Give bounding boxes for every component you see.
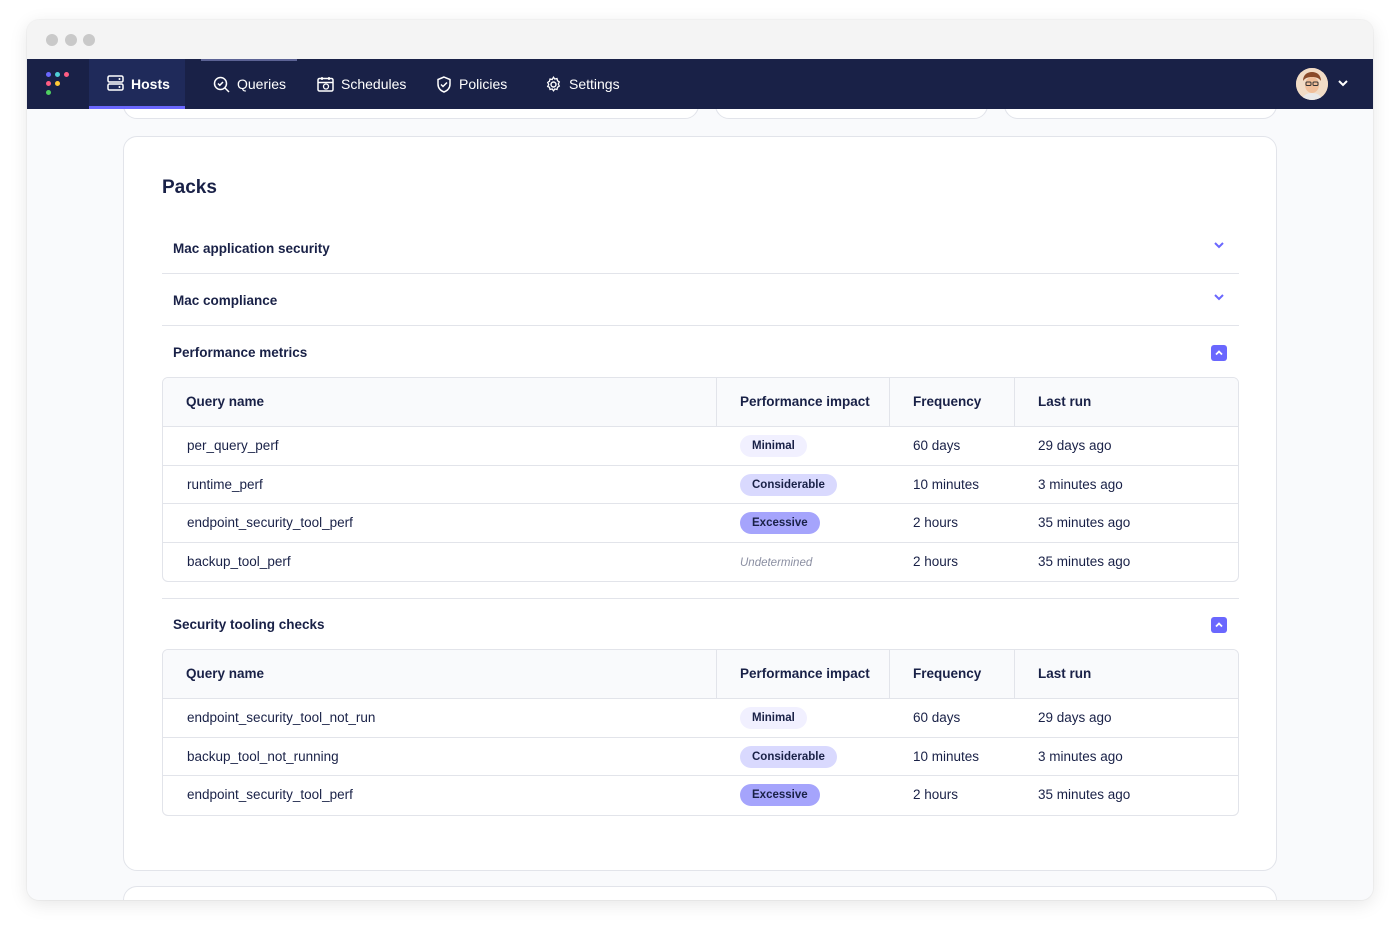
impact-cell: Considerable: [716, 738, 889, 776]
pack-name: Performance metrics: [173, 345, 308, 360]
query-name-cell: backup_tool_perf: [187, 553, 291, 569]
user-avatar[interactable]: [1296, 68, 1328, 100]
window-maximize-dot[interactable]: [83, 34, 95, 46]
col-performance-impact[interactable]: Performance impact: [716, 650, 889, 698]
main-content: Packs Mac application security Mac compl…: [27, 109, 1373, 900]
previous-card-edge: [1004, 109, 1277, 119]
chevron-up-icon[interactable]: [1211, 617, 1227, 633]
chevron-down-icon[interactable]: [1212, 290, 1226, 304]
previous-card-edge: [123, 109, 699, 119]
frequency-cell: 2 hours: [913, 515, 959, 530]
avatar-portrait-icon: [1296, 68, 1328, 100]
impact-cell: Minimal: [716, 427, 889, 465]
nav-queries-label: Queries: [237, 76, 287, 92]
query-name-cell: runtime_perf: [187, 476, 263, 492]
pack-row-security-tooling-checks[interactable]: Security tooling checks: [162, 599, 1239, 649]
security-tooling-table: Query name Performance impact Frequency …: [162, 649, 1239, 816]
query-name-cell: backup_tool_not_running: [187, 748, 339, 764]
query-name-cell: per_query_perf: [187, 438, 279, 453]
chevron-down-icon[interactable]: [1212, 238, 1226, 252]
last-run-cell: 3 minutes ago: [1038, 748, 1123, 764]
last-run-cell: 35 minutes ago: [1038, 553, 1131, 569]
table-row[interactable]: endpoint_security_tool_perf Excessive 2 …: [163, 504, 1238, 543]
pack-name: Security tooling checks: [173, 617, 325, 632]
nav-schedules[interactable]: Schedules: [317, 59, 406, 109]
frequency-cell: 2 hours: [913, 553, 959, 569]
pack-row-mac-application-security[interactable]: Mac application security: [162, 223, 1239, 274]
nav-queries[interactable]: Queries: [213, 59, 286, 109]
impact-badge: Considerable: [740, 745, 837, 768]
impact-badge: Excessive: [740, 512, 820, 535]
col-query-name[interactable]: Query name: [163, 650, 716, 698]
last-run-cell: 35 minutes ago: [1038, 787, 1131, 802]
table-row[interactable]: backup_tool_not_running Considerable 10 …: [163, 738, 1238, 776]
impact-cell: Minimal: [716, 699, 889, 737]
query-name-cell: endpoint_security_tool_perf: [187, 515, 353, 530]
last-run-cell: 29 days ago: [1038, 438, 1112, 453]
impact-badge: Excessive: [740, 784, 820, 807]
table-row[interactable]: endpoint_security_tool_not_run Minimal 6…: [163, 699, 1238, 738]
col-query-name[interactable]: Query name: [163, 378, 716, 426]
pack-name: Mac application security: [173, 241, 330, 256]
nav-settings[interactable]: Settings: [545, 59, 620, 109]
nav-schedules-label: Schedules: [341, 76, 407, 92]
performance-metrics-table: Query name Performance impact Frequency …: [162, 377, 1239, 582]
table-row[interactable]: backup_tool_perf Undetermined 2 hours 35…: [163, 543, 1238, 582]
policies-icon: [437, 75, 451, 93]
nav-hosts[interactable]: Hosts: [89, 59, 185, 109]
impact-cell: Considerable: [716, 466, 889, 504]
nav-policies-label: Policies: [459, 76, 508, 92]
queries-icon: [213, 76, 230, 93]
table-header: Query name Performance impact Frequency …: [163, 650, 1238, 699]
frequency-cell: 60 days: [913, 710, 961, 725]
table-row[interactable]: endpoint_security_tool_perf Excessive 2 …: [163, 776, 1238, 815]
previous-card-edge: [715, 109, 988, 119]
col-performance-impact[interactable]: Performance impact: [716, 378, 889, 426]
impact-badge: Considerable: [740, 473, 837, 496]
fleet-logo-icon[interactable]: [46, 72, 70, 96]
next-card-edge: [123, 886, 1277, 900]
user-menu-chevron-down-icon[interactable]: [1337, 77, 1349, 89]
impact-cell: Excessive: [716, 776, 889, 814]
table-row[interactable]: per_query_perf Minimal 60 days 29 days a…: [163, 427, 1238, 466]
frequency-cell: 10 minutes: [913, 748, 980, 764]
table-header: Query name Performance impact Frequency …: [163, 378, 1238, 427]
window-close-dot[interactable]: [46, 34, 58, 46]
chevron-up-icon[interactable]: [1211, 345, 1227, 361]
col-last-run[interactable]: Last run: [1014, 650, 1238, 698]
query-name-cell: endpoint_security_tool_not_run: [187, 710, 376, 725]
frequency-cell: 60 days: [913, 438, 961, 453]
impact-cell: Excessive: [716, 504, 889, 542]
impact-badge: Minimal: [740, 707, 807, 730]
last-run-cell: 35 minutes ago: [1038, 515, 1131, 530]
packs-card: Packs Mac application security Mac compl…: [123, 136, 1277, 871]
last-run-cell: 29 days ago: [1038, 710, 1112, 725]
app-window: Hosts Queries Schedules Policies Setting…: [27, 20, 1373, 900]
top-navbar: Hosts Queries Schedules Policies Setting…: [27, 59, 1373, 109]
impact-undetermined-text: Undetermined: [740, 556, 813, 569]
last-run-cell: 3 minutes ago: [1038, 476, 1123, 492]
settings-icon: [546, 75, 561, 92]
frequency-cell: 2 hours: [913, 787, 959, 802]
pack-row-performance-metrics[interactable]: Performance metrics: [162, 327, 1239, 377]
impact-badge: Minimal: [740, 435, 807, 458]
col-last-run[interactable]: Last run: [1014, 378, 1238, 426]
impact-cell: Undetermined: [716, 543, 889, 581]
nav-policies[interactable]: Policies: [436, 59, 507, 109]
pack-name: Mac compliance: [173, 293, 278, 308]
frequency-cell: 10 minutes: [913, 476, 980, 492]
nav-settings-label: Settings: [569, 76, 620, 92]
schedules-icon: [317, 77, 334, 92]
packs-title: Packs: [162, 177, 217, 198]
query-name-cell: endpoint_security_tool_perf: [187, 787, 353, 802]
nav-hosts-label: Hosts: [131, 76, 170, 92]
title-bar: [27, 20, 1373, 59]
col-frequency[interactable]: Frequency: [889, 378, 1014, 426]
col-frequency[interactable]: Frequency: [889, 650, 1014, 698]
pack-row-mac-compliance[interactable]: Mac compliance: [162, 275, 1239, 326]
table-row[interactable]: runtime_perf Considerable 10 minutes 3 m…: [163, 466, 1238, 504]
hosts-icon: [107, 74, 124, 91]
window-minimize-dot[interactable]: [65, 34, 77, 46]
